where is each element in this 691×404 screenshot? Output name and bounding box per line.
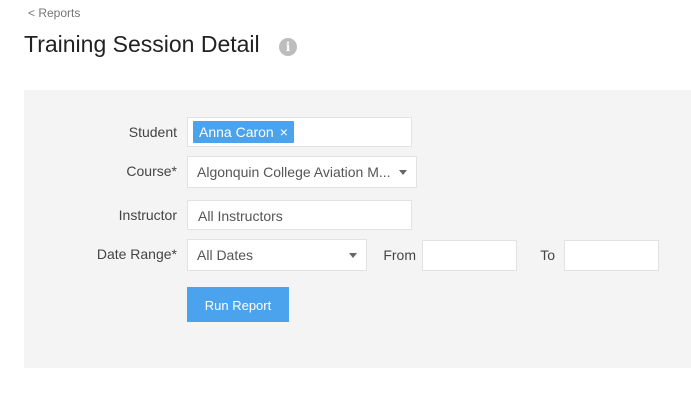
instructor-placeholder: All Instructors: [198, 208, 283, 224]
course-label: Course*: [126, 163, 177, 179]
run-report-button[interactable]: Run Report: [187, 287, 289, 322]
course-select[interactable]: Algonquin College Aviation M...: [187, 156, 417, 188]
student-chip: Anna Caron ×: [193, 121, 294, 143]
course-select-value: Algonquin College Aviation M...: [197, 164, 391, 180]
chevron-down-icon: [399, 170, 407, 175]
back-to-reports-link[interactable]: < Reports: [28, 6, 80, 20]
date-range-select-value: All Dates: [197, 247, 254, 263]
to-date-input[interactable]: [564, 240, 659, 271]
page-title: Training Session Detail: [24, 31, 260, 57]
instructor-input[interactable]: All Instructors: [187, 200, 412, 230]
info-icon[interactable]: i: [279, 38, 297, 56]
instructor-label: Instructor: [118, 207, 177, 223]
from-label: From: [383, 247, 416, 263]
remove-chip-icon[interactable]: ×: [280, 124, 288, 140]
to-label: To: [540, 247, 555, 263]
date-range-label: Date Range*: [96, 246, 177, 262]
student-label: Student: [128, 124, 177, 140]
student-input[interactable]: Anna Caron ×: [187, 117, 412, 147]
student-chip-label: Anna Caron: [199, 124, 274, 140]
